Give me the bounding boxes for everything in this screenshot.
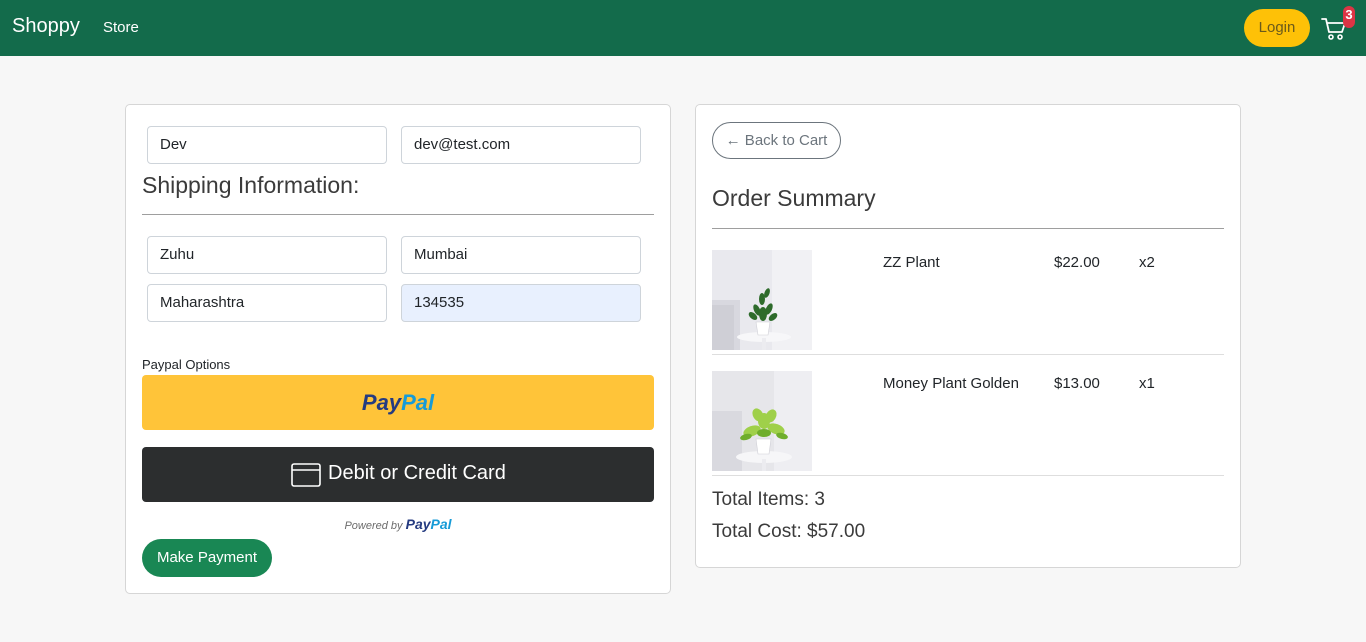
credit-card-icon <box>291 463 321 487</box>
divider <box>712 228 1224 229</box>
city-input[interactable]: Mumbai <box>401 236 641 274</box>
card-button-label: Debit or Credit Card <box>328 462 506 484</box>
paypal-logo-pay: Pay <box>361 390 402 415</box>
shipping-title: Shipping Information: <box>142 172 360 198</box>
order-item-row: ZZ Plant $22.00 x2 <box>712 234 1224 355</box>
debit-credit-card-button[interactable]: Debit or Credit Card <box>142 447 654 502</box>
address-input[interactable]: Zuhu <box>147 236 387 274</box>
login-button[interactable]: Login <box>1244 9 1310 47</box>
item-price: $13.00 <box>1054 375 1100 392</box>
zipcode-input[interactable]: 134535 <box>401 284 641 322</box>
order-summary-title: Order Summary <box>712 185 876 211</box>
brand-logo[interactable]: Shoppy <box>12 15 80 38</box>
checkout-form: Dev dev@test.com Shipping Information: Z… <box>125 104 671 594</box>
navbar: Shoppy Store Login 3 <box>0 0 1366 56</box>
product-image <box>712 250 812 350</box>
divider <box>142 214 654 215</box>
state-input[interactable]: Maharashtra <box>147 284 387 322</box>
powered-by-text: Powered by <box>344 520 403 532</box>
powered-paypal-pay: Pay <box>405 516 431 532</box>
item-quantity: x1 <box>1139 375 1155 392</box>
make-payment-button[interactable]: Make Payment <box>142 539 272 577</box>
powered-by-paypal: Powered by PayPal <box>126 516 670 532</box>
item-quantity: x2 <box>1139 254 1155 271</box>
paypal-logo-pal: Pal <box>401 390 435 415</box>
paypal-button[interactable]: PayPal <box>142 375 654 430</box>
back-to-cart-button[interactable]: ← Back to Cart <box>712 122 841 159</box>
nav-link-store[interactable]: Store <box>103 19 139 36</box>
name-input[interactable]: Dev <box>147 126 387 164</box>
powered-paypal-pal: Pal <box>430 516 452 532</box>
product-image <box>712 371 812 471</box>
item-name: Money Plant Golden <box>883 375 1019 392</box>
cart-count-badge: 3 <box>1343 6 1355 28</box>
item-name: ZZ Plant <box>883 254 940 271</box>
item-price: $22.00 <box>1054 254 1100 271</box>
total-cost: Total Cost: $57.00 <box>712 521 866 542</box>
order-item-row: Money Plant Golden $13.00 x1 <box>712 355 1224 476</box>
total-items: Total Items: 3 <box>712 489 825 510</box>
paypal-options-label: Paypal Options <box>142 357 231 372</box>
order-summary-panel: ← Back to Cart Order Summary ZZ Plant $2… <box>695 104 1241 568</box>
email-input[interactable]: dev@test.com <box>401 126 641 164</box>
